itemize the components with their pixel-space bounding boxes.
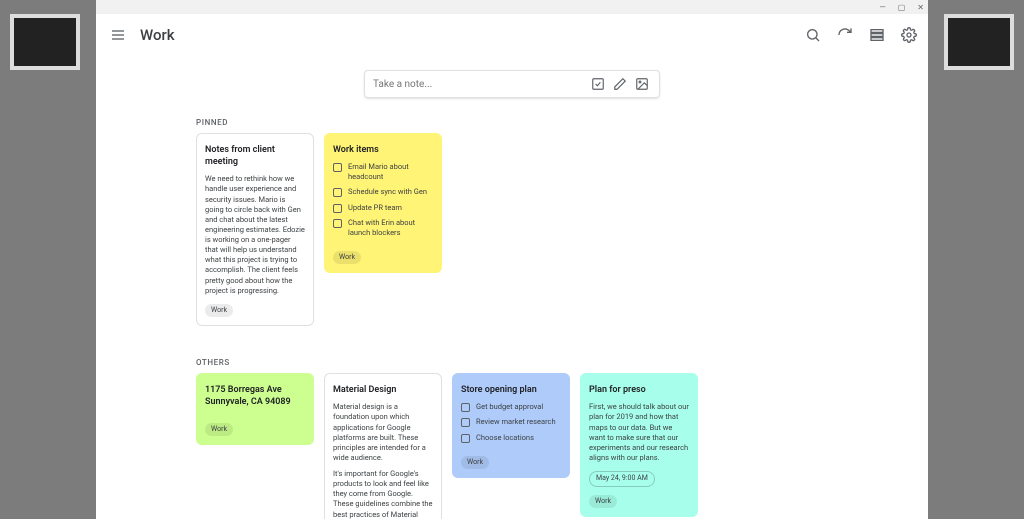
checkbox-icon[interactable] bbox=[333, 163, 342, 172]
gear-icon bbox=[901, 27, 917, 43]
label-chip-work[interactable]: Work bbox=[589, 495, 617, 508]
section-label-others: OTHERS bbox=[196, 358, 828, 367]
window-close-button[interactable]: ✕ bbox=[917, 3, 924, 12]
desktop-wallpaper-left bbox=[0, 0, 100, 519]
checklist-item[interactable]: Schedule sync with Gen bbox=[333, 187, 433, 197]
settings-button[interactable] bbox=[900, 26, 918, 44]
view-toggle-button[interactable] bbox=[868, 26, 886, 44]
new-drawing-button[interactable] bbox=[611, 77, 629, 91]
hamburger-icon bbox=[110, 27, 126, 43]
note-body: First, we should talk about our plan for… bbox=[589, 402, 689, 463]
brush-icon bbox=[613, 77, 627, 91]
note-body: We need to rethink how we handle user ex… bbox=[205, 174, 305, 296]
note-title: Work items bbox=[333, 144, 433, 156]
note-card[interactable]: Plan for preso First, we should talk abo… bbox=[580, 373, 698, 517]
refresh-icon bbox=[837, 27, 853, 43]
checklist-item[interactable]: Get budget approval bbox=[461, 402, 561, 412]
checkbox-icon bbox=[591, 77, 605, 91]
note-body: Material design is a foundation upon whi… bbox=[333, 402, 433, 519]
note-card[interactable]: 1175 Borregas Ave Sunnyvale, CA 94089 Wo… bbox=[196, 373, 314, 445]
search-button[interactable] bbox=[804, 26, 822, 44]
checklist-item[interactable]: Chat with Erin about launch blockers bbox=[333, 218, 433, 238]
refresh-button[interactable] bbox=[836, 26, 854, 44]
checkbox-icon[interactable] bbox=[333, 204, 342, 213]
note-title: Store opening plan bbox=[461, 384, 561, 396]
header-actions bbox=[804, 26, 918, 44]
note-card[interactable]: Notes from client meeting We need to ret… bbox=[196, 133, 314, 326]
label-chip-work[interactable]: Work bbox=[333, 251, 361, 264]
main-menu-button[interactable] bbox=[106, 23, 130, 47]
image-icon bbox=[635, 77, 649, 91]
section-label-pinned: PINNED bbox=[196, 118, 828, 127]
search-icon bbox=[805, 27, 821, 43]
list-view-icon bbox=[869, 27, 885, 43]
checkbox-icon[interactable] bbox=[461, 434, 470, 443]
desktop-wallpaper-right bbox=[924, 0, 1024, 519]
note-checklist: Get budget approval Review market resear… bbox=[461, 402, 561, 442]
note-title: Material Design bbox=[333, 384, 433, 396]
app-title: Work bbox=[140, 26, 175, 44]
app-window: Work Take a note... bbox=[96, 14, 928, 519]
app-header: Work bbox=[96, 14, 928, 56]
checkbox-icon[interactable] bbox=[461, 418, 470, 427]
label-chip-work[interactable]: Work bbox=[205, 423, 233, 436]
others-grid: 1175 Borregas Ave Sunnyvale, CA 94089 Wo… bbox=[196, 373, 828, 519]
note-title: Notes from client meeting bbox=[205, 144, 305, 168]
checkbox-icon[interactable] bbox=[333, 188, 342, 197]
window-minimize-button[interactable]: — bbox=[879, 3, 885, 12]
note-card[interactable]: Work items Email Mario about headcount S… bbox=[324, 133, 442, 273]
new-image-note-button[interactable] bbox=[633, 77, 651, 91]
take-a-note-placeholder: Take a note... bbox=[373, 79, 585, 90]
label-chip-work[interactable]: Work bbox=[205, 304, 233, 317]
window-maximize-button[interactable]: ▢ bbox=[898, 3, 906, 12]
reminder-chip[interactable]: May 24, 9:00 AM bbox=[589, 471, 655, 486]
checklist-item[interactable]: Email Mario about headcount bbox=[333, 162, 433, 182]
label-chip-work[interactable]: Work bbox=[461, 456, 489, 469]
pinned-grid: Notes from client meeting We need to ret… bbox=[196, 133, 828, 326]
checklist-item[interactable]: Choose locations bbox=[461, 433, 561, 443]
note-title: Plan for preso bbox=[589, 384, 689, 396]
window-titlebar: — ▢ ✕ bbox=[96, 0, 928, 14]
checkbox-icon[interactable] bbox=[333, 219, 342, 228]
note-card[interactable]: Store opening plan Get budget approval R… bbox=[452, 373, 570, 478]
new-list-button[interactable] bbox=[589, 77, 607, 91]
checklist-item[interactable]: Update PR team bbox=[333, 203, 433, 213]
take-a-note-input[interactable]: Take a note... bbox=[364, 70, 660, 98]
note-title: 1175 Borregas Ave Sunnyvale, CA 94089 bbox=[205, 384, 305, 408]
checkbox-icon[interactable] bbox=[461, 403, 470, 412]
checklist-item[interactable]: Review market research bbox=[461, 417, 561, 427]
note-card[interactable]: Material Design Material design is a fou… bbox=[324, 373, 442, 519]
note-checklist: Email Mario about headcount Schedule syn… bbox=[333, 162, 433, 238]
